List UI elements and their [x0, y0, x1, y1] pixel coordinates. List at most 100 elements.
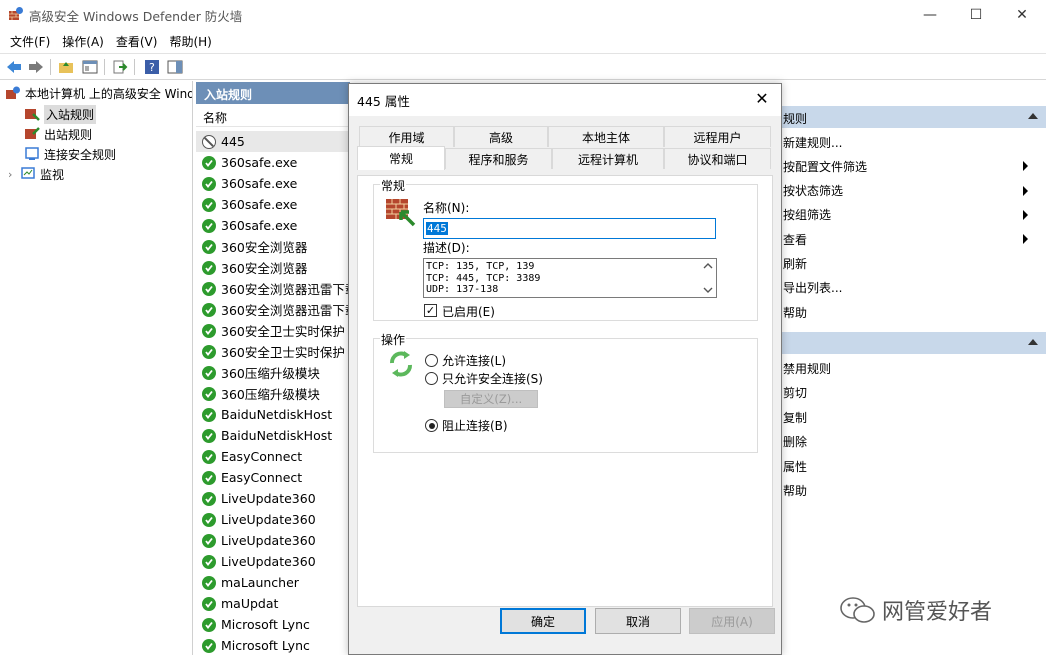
show-hide-tree-icon[interactable]	[81, 58, 99, 76]
rule-row[interactable]: 360安全卫士实时保护	[196, 320, 350, 341]
rule-row[interactable]: 360压缩升级模块	[196, 383, 350, 404]
rule-row[interactable]: Microsoft Lync	[196, 614, 350, 635]
rule-row[interactable]: LiveUpdate360	[196, 530, 350, 551]
rule-row[interactable]: maUpdat	[196, 593, 350, 614]
rule-row[interactable]: 360安全浏览器迅雷下载	[196, 278, 350, 299]
menu-action[interactable]: 操作(A)	[56, 30, 110, 52]
rule-row[interactable]: LiveUpdate360	[196, 509, 350, 530]
rule-row[interactable]: LiveUpdate360	[196, 488, 350, 509]
tab-advanced[interactable]: 高级	[454, 126, 548, 147]
enabled-checkbox[interactable]: ✓	[424, 304, 437, 317]
action-item[interactable]: 按配置文件筛选	[783, 156, 1038, 176]
rule-row[interactable]: 360安全卫士实时保护	[196, 341, 350, 362]
rule-row[interactable]: 360safe.exe	[196, 152, 350, 173]
tab-scope[interactable]: 作用域	[359, 126, 454, 147]
action-item[interactable]: 删除	[783, 432, 807, 452]
rule-name: 360安全浏览器	[221, 261, 308, 276]
export-list-icon[interactable]	[111, 58, 129, 76]
forward-arrow-icon[interactable]	[27, 58, 45, 76]
action-item[interactable]: 查看	[783, 229, 1038, 249]
tab-protocols-ports[interactable]: 协议和端口	[664, 148, 771, 169]
tree-item-inbound-rules[interactable]: 入站规则	[24, 104, 97, 124]
menu-view[interactable]: 查看(V)	[110, 30, 164, 52]
rule-name: maUpdat	[221, 596, 279, 611]
action-item[interactable]: 剪切	[783, 383, 807, 403]
minimize-button[interactable]: —	[907, 0, 953, 29]
action-label: 帮助	[783, 305, 808, 320]
rule-row[interactable]: BaiduNetdiskHost	[196, 425, 350, 446]
menu-help[interactable]: 帮助(H)	[163, 30, 217, 52]
tree-root-local-computer[interactable]: 本地计算机 上的高级安全 Windows	[5, 83, 192, 103]
show-action-pane-icon[interactable]	[166, 58, 184, 76]
action-item[interactable]: 复制	[783, 407, 807, 427]
rule-row[interactable]: maLauncher	[196, 572, 350, 593]
outbound-rules-icon	[25, 127, 40, 139]
rule-row[interactable]: 360safe.exe	[196, 173, 350, 194]
tree-item-connection-security[interactable]: 连接安全规则	[24, 144, 116, 164]
customize-button[interactable]: 自定义(Z)...	[444, 390, 538, 408]
column-header-name[interactable]: 名称	[196, 104, 350, 127]
action-item[interactable]: 导出列表...	[783, 278, 1038, 298]
block-icon	[202, 134, 216, 149]
back-arrow-icon[interactable]	[5, 58, 23, 76]
action-item[interactable]: 刷新	[783, 254, 1038, 274]
rule-name: 360安全卫士实时保护	[221, 345, 345, 360]
tab-remote-computers[interactable]: 远程计算机	[552, 148, 664, 169]
block-connection-radio[interactable]	[425, 419, 438, 432]
rule-row[interactable]: 360安全浏览器	[196, 236, 350, 257]
rule-name: 360safe.exe	[221, 155, 298, 170]
action-label: 禁用规则	[783, 361, 832, 376]
allow-check-icon	[202, 302, 216, 317]
action-item[interactable]: 按组筛选	[783, 205, 1038, 225]
rule-row[interactable]: 360压缩升级模块	[196, 362, 350, 383]
tab-local-principals[interactable]: 本地主体	[548, 126, 664, 147]
rule-row[interactable]: 360安全浏览器迅雷下载	[196, 299, 350, 320]
actions-section-selected-header[interactable]	[775, 332, 1046, 354]
allow-secure-radio[interactable]	[425, 372, 438, 385]
rule-row[interactable]: 360safe.exe	[196, 215, 350, 236]
action-item[interactable]: 属性	[783, 456, 807, 476]
help-icon[interactable]: ?	[143, 58, 161, 76]
tab-programs-services[interactable]: 程序和服务	[445, 148, 552, 169]
up-folder-icon[interactable]	[57, 58, 75, 76]
tree-item-outbound-rules[interactable]: 出站规则	[24, 124, 92, 144]
actions-section-rules-header[interactable]: 规则	[775, 106, 1046, 128]
action-item[interactable]: 禁用规则	[783, 358, 831, 378]
action-label: 属性	[783, 459, 808, 474]
action-item[interactable]: 按状态筛选	[783, 181, 1038, 201]
action-item[interactable]: 新建规则...	[783, 132, 1038, 152]
tab-remote-users[interactable]: 远程用户	[664, 126, 771, 147]
allow-check-icon	[202, 155, 216, 170]
expand-chevron-icon[interactable]: ›	[8, 168, 20, 181]
rule-name: LiveUpdate360	[221, 491, 316, 506]
rule-row[interactable]: 360safe.exe	[196, 194, 350, 215]
collapse-caret-icon[interactable]	[1028, 113, 1038, 119]
dialog-close-button[interactable]: ✕	[747, 86, 777, 110]
action-label: 剪切	[783, 386, 808, 400]
apply-button[interactable]: 应用(A)	[689, 608, 775, 634]
action-item[interactable]: 帮助	[783, 481, 807, 501]
ok-button[interactable]: 确定	[500, 608, 586, 634]
rule-row[interactable]: LiveUpdate360	[196, 551, 350, 572]
description-scrollbar[interactable]	[700, 259, 716, 297]
rule-row[interactable]: BaiduNetdiskHost	[196, 404, 350, 425]
rule-row[interactable]: 360安全浏览器	[196, 257, 350, 278]
rule-row[interactable]: EasyConnect	[196, 467, 350, 488]
rule-row[interactable]: Microsoft Lync	[196, 635, 350, 655]
allow-connection-radio[interactable]	[425, 354, 438, 367]
tab-general[interactable]: 常规	[357, 146, 445, 170]
allow-connection-label: 允许连接(L)	[442, 354, 507, 368]
rule-name-input[interactable]: 445	[423, 218, 716, 239]
maximize-button[interactable]: ☐	[953, 0, 999, 29]
description-textarea[interactable]: TCP: 135, TCP, 139 TCP: 445, TCP: 3389 U…	[423, 258, 717, 298]
close-window-button[interactable]: ✕	[999, 0, 1045, 29]
toolbar-separator	[134, 59, 135, 75]
cancel-button[interactable]: 取消	[595, 608, 681, 634]
rule-row[interactable]: 445	[196, 131, 350, 152]
tree-item-monitoring[interactable]: › 监视	[8, 164, 64, 184]
title-bar: 高级安全 Windows Defender 防火墙 — ☐ ✕	[0, 0, 1046, 29]
rule-row[interactable]: EasyConnect	[196, 446, 350, 467]
collapse-caret-icon[interactable]	[1028, 339, 1038, 345]
menu-file[interactable]: 文件(F)	[4, 30, 56, 52]
action-item[interactable]: 帮助	[783, 302, 1038, 322]
